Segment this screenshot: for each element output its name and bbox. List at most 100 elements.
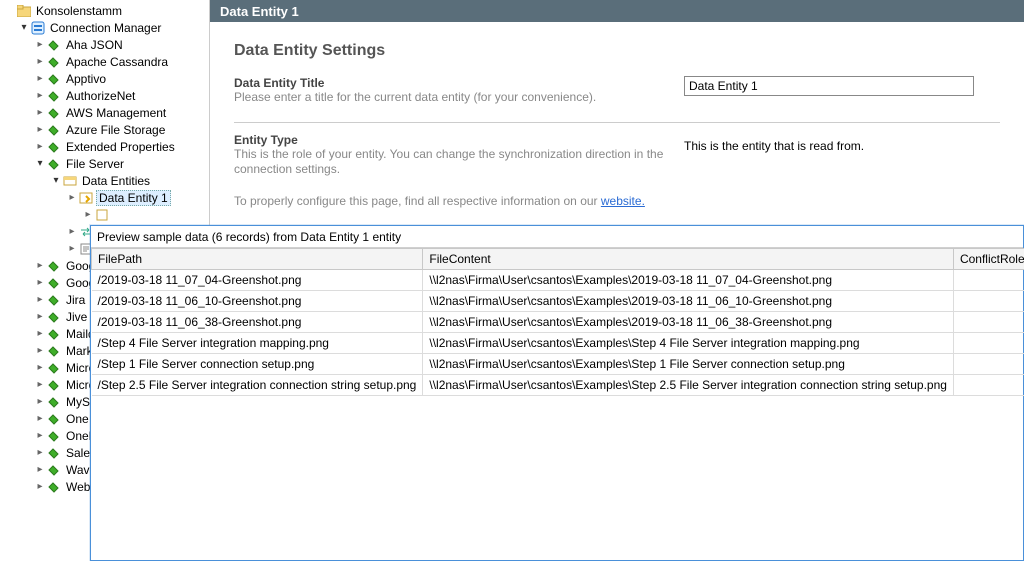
connector-icon [46,54,62,70]
expand-icon[interactable]: ▸ [66,226,78,238]
tree-item[interactable]: ▸ Azure File Storage [0,121,209,138]
expand-icon[interactable]: ▸ [34,56,46,68]
cell [953,375,1024,396]
expand-icon[interactable]: ▸ [34,277,46,289]
tree-item-label: Apache Cassandra [64,55,168,69]
cell: /Step 2.5 File Server integration connec… [92,375,423,396]
connector-icon [46,105,62,121]
tree-item[interactable]: ▸ Aha JSON [0,36,209,53]
tree-item-label: Azure File Storage [64,123,165,137]
connector-icon [46,275,62,291]
entity-type-value: This is the entity that is read from. [684,139,864,153]
collapse-icon[interactable]: ▾ [18,22,30,34]
expand-icon[interactable]: ▸ [34,311,46,323]
expand-icon[interactable]: ▸ [34,464,46,476]
connector-icon [46,139,62,155]
entities-icon [62,173,78,189]
tree-root-label: Konsolenstamm [34,4,122,18]
table-row[interactable]: /Step 4 File Server integration mapping.… [92,333,1024,354]
collapse-icon[interactable]: ▾ [34,158,46,170]
connector-icon [46,445,62,461]
expand-icon[interactable]: ▸ [34,73,46,85]
expand-icon[interactable]: ▸ [34,124,46,136]
cell: \\l2nas\Firma\User\csantos\Examples\2019… [423,270,954,291]
help-link-row: To properly configure this page, find al… [234,194,1000,208]
expand-icon[interactable]: ▸ [34,294,46,306]
expand-icon[interactable]: ▸ [34,362,46,374]
expand-icon[interactable]: ▸ [34,90,46,102]
expand-icon[interactable]: ▸ [34,396,46,408]
expand-icon[interactable]: ▸ [34,379,46,391]
connector-icon [46,156,62,172]
expand-icon[interactable]: ▸ [34,328,46,340]
expand-icon[interactable]: ▸ [34,107,46,119]
grid-header-row: FilePathFileContentConflictRoleModified [92,249,1024,270]
cell: /2019-03-18 11_07_04-Greenshot.png [92,270,423,291]
expand-icon[interactable]: ▸ [34,345,46,357]
connector-icon [46,428,62,444]
tree-item-label: Mark [64,344,93,358]
table-row[interactable]: /2019-03-18 11_07_04-Greenshot.png\\l2na… [92,270,1024,291]
expand-icon[interactable]: ▸ [66,192,78,204]
settings-heading: Data Entity Settings [234,42,1000,60]
expand-icon[interactable]: ▸ [34,260,46,272]
table-row[interactable]: /Step 1 File Server connection setup.png… [92,354,1024,375]
tree-item-label: Jive [64,310,87,324]
connector-icon [46,88,62,104]
collapse-icon[interactable]: ▾ [50,175,62,187]
tree-item-sub-1[interactable]: ▸ [0,206,209,223]
expand-icon[interactable]: ▸ [34,141,46,153]
expand-icon[interactable]: ▸ [34,447,46,459]
table-row[interactable]: /2019-03-18 11_06_38-Greenshot.png\\l2na… [92,312,1024,333]
tree-item[interactable]: ▸ AuthorizeNet [0,87,209,104]
field-desc: Please enter a title for the current dat… [234,90,684,106]
field-label: Entity Type [234,133,684,147]
connector-icon [46,377,62,393]
tree-item-label: Extended Properties [64,140,175,154]
cell: \\l2nas\Firma\User\csantos\Examples\Step… [423,375,954,396]
cell: /2019-03-18 11_06_38-Greenshot.png [92,312,423,333]
cell: \\l2nas\Firma\User\csantos\Examples\2019… [423,312,954,333]
doc-icon [94,207,110,223]
tree-connection-manager[interactable]: ▾ Connection Manager [0,19,209,36]
column-header[interactable]: FileContent [423,249,954,270]
field-title: Data Entity Title Please enter a title f… [234,76,1000,106]
column-header[interactable]: FilePath [92,249,423,270]
tree-item-label: AuthorizeNet [64,89,135,103]
expand-icon[interactable]: ▸ [34,430,46,442]
expand-icon[interactable]: ▸ [34,39,46,51]
cell: /2019-03-18 11_06_10-Greenshot.png [92,291,423,312]
help-link-prefix: To properly configure this page, find al… [234,194,601,208]
connector-icon [46,309,62,325]
cell [953,270,1024,291]
table-row[interactable]: /Step 2.5 File Server integration connec… [92,375,1024,396]
connector-icon [46,479,62,495]
data-entity-title-input[interactable] [684,76,974,96]
tree-item-data-entity-1[interactable]: ▸ Data Entity 1 [0,189,209,206]
tree-item-label: Connection Manager [48,21,161,35]
tree-item[interactable]: ▸AWS Management [0,104,209,121]
tree-root[interactable]: Konsolenstamm [0,2,209,19]
expand-icon[interactable]: ▸ [66,243,78,255]
tree-item-data-entities[interactable]: ▾ Data Entities [0,172,209,189]
tree-item-file-server[interactable]: ▾ File Server [0,155,209,172]
column-header[interactable]: ConflictRole [953,249,1024,270]
expand-icon[interactable]: ▸ [82,209,94,221]
connector-icon [46,411,62,427]
table-row[interactable]: /2019-03-18 11_06_10-Greenshot.png\\l2na… [92,291,1024,312]
preview-titlebar[interactable]: Preview sample data (6 records) from Dat… [91,226,1023,248]
field-type: Entity Type This is the role of your ent… [234,133,1000,178]
tree-item[interactable]: ▸ Apache Cassandra [0,53,209,70]
tree-item-label: Aha JSON [64,38,123,52]
cell [953,333,1024,354]
tree-item-label: Data Entity 1 [96,190,171,206]
field-desc: This is the role of your entity. You can… [234,147,684,178]
expand-icon[interactable]: ▸ [34,413,46,425]
cell: /Step 4 File Server integration mapping.… [92,333,423,354]
tree-item[interactable]: ▸Apptivo [0,70,209,87]
cell [953,312,1024,333]
tree-item[interactable]: ▸ Extended Properties [0,138,209,155]
website-link[interactable]: website. [601,194,645,208]
divider [234,122,1000,123]
expand-icon[interactable]: ▸ [34,481,46,493]
